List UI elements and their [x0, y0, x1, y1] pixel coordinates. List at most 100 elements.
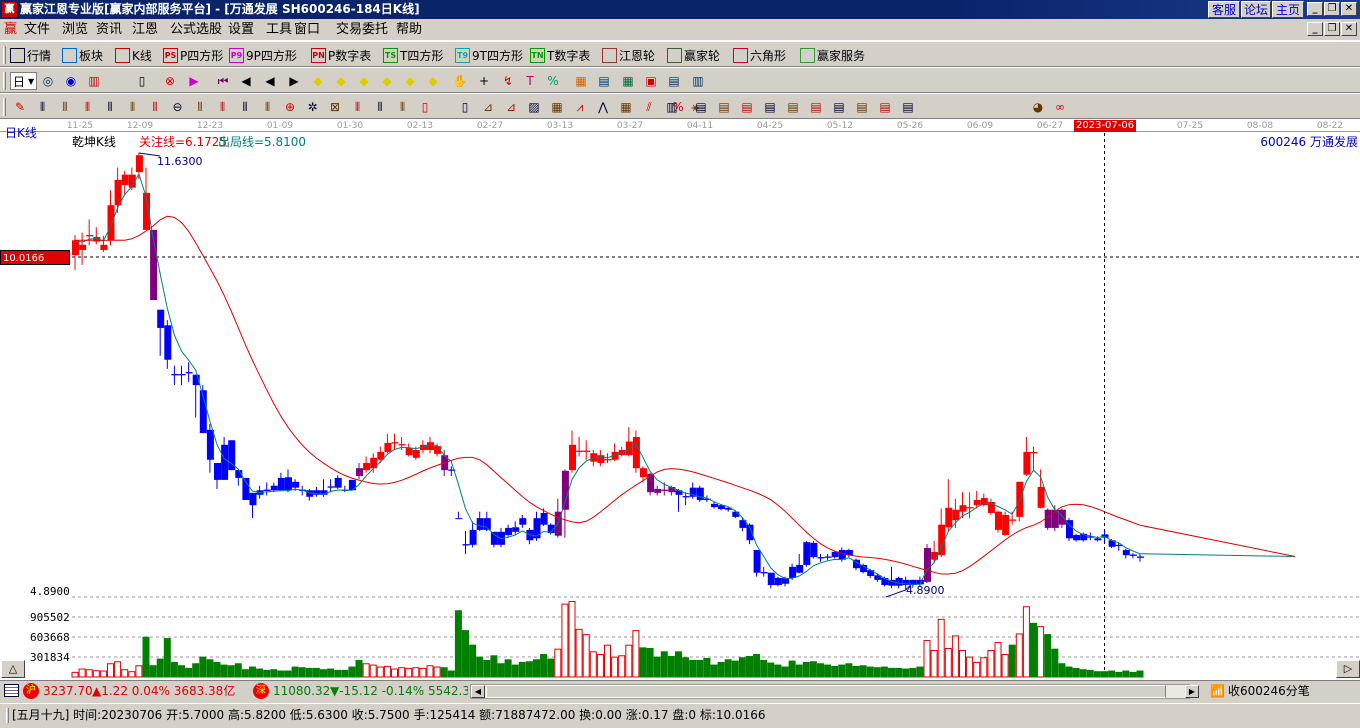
- expand-panel-button[interactable]: △: [1, 660, 25, 678]
- fib4-icon[interactable]: ⦀: [125, 99, 141, 115]
- toolbar-hexagon-button[interactable]: 六角形: [733, 46, 786, 64]
- fan2-icon[interactable]: ⊿: [503, 99, 519, 115]
- doc-restore-button[interactable]: ❐: [1324, 22, 1340, 36]
- yellow-diamond-2-icon[interactable]: ◆: [333, 73, 349, 89]
- volume-dropdown-icon[interactable]: ▯: [134, 73, 150, 89]
- wave-icon[interactable]: ⋀: [595, 99, 611, 115]
- angle-icon[interactable]: ⩘: [572, 99, 588, 115]
- level10-icon[interactable]: ▤: [900, 99, 916, 115]
- bars4-icon[interactable]: ⦀: [260, 99, 276, 115]
- compass-icon[interactable]: ⊕: [282, 99, 298, 115]
- yellow-diamond-3-icon[interactable]: ◆: [356, 73, 372, 89]
- level9-icon[interactable]: ▤: [877, 99, 893, 115]
- fib5-icon[interactable]: ⦀: [147, 99, 163, 115]
- level4-icon[interactable]: ▤: [762, 99, 778, 115]
- grid-icon[interactable]: ▦: [618, 99, 634, 115]
- level-icon[interactable]: ▤: [693, 99, 709, 115]
- line-draw-icon[interactable]: ↯: [500, 73, 516, 89]
- pencil-icon[interactable]: ✎: [12, 99, 28, 115]
- vline-icon[interactable]: ⦀: [35, 99, 51, 115]
- menu-5[interactable]: 设置: [228, 19, 254, 41]
- level7-icon[interactable]: ▤: [831, 99, 847, 115]
- save-icon[interactable]: ▣: [643, 73, 659, 89]
- menu-9[interactable]: 帮助: [396, 19, 422, 41]
- level6-icon[interactable]: ▤: [808, 99, 824, 115]
- menu-1[interactable]: 浏览: [62, 19, 88, 41]
- back-icon[interactable]: ◀: [262, 73, 278, 89]
- formula-icon[interactable]: %: [545, 73, 561, 89]
- circle-icon[interactable]: ⊖: [170, 99, 186, 115]
- right-panel-button[interactable]: ▷: [1336, 660, 1360, 678]
- level8-icon[interactable]: ▤: [854, 99, 870, 115]
- cycle3-icon[interactable]: ⫴: [395, 99, 411, 115]
- level2-icon[interactable]: ▤: [716, 99, 732, 115]
- square-icon[interactable]: ⊠: [327, 99, 343, 115]
- first-icon[interactable]: ⏮: [215, 73, 231, 89]
- homepage-link[interactable]: 主页: [1272, 1, 1304, 18]
- gann-grid-icon[interactable]: ▦: [549, 99, 565, 115]
- print-icon[interactable]: ▤: [666, 73, 682, 89]
- bars-icon[interactable]: ⦀: [192, 99, 208, 115]
- export-icon[interactable]: ▥: [690, 73, 706, 89]
- toolbar-tn-button[interactable]: TN T数字表: [530, 46, 590, 64]
- toolbar-winner-wheel-button[interactable]: 赢家轮: [667, 46, 720, 64]
- menu-3[interactable]: 江恩: [132, 19, 158, 41]
- customer-service-link[interactable]: 客服: [1208, 1, 1240, 18]
- level3-icon[interactable]: ▤: [739, 99, 755, 115]
- toolbar-grip[interactable]: [3, 98, 6, 116]
- gann-box-icon[interactable]: ▨: [526, 99, 542, 115]
- cycle-icon[interactable]: ⫴: [350, 99, 366, 115]
- toolbar-sector-blocks-button[interactable]: 板块: [62, 46, 103, 64]
- fan-icon[interactable]: ⊿: [480, 99, 496, 115]
- toolbar-p9-button[interactable]: P9 9P四方形: [229, 46, 297, 64]
- fib-icon[interactable]: ⦀: [57, 99, 73, 115]
- restore-button[interactable]: ❐: [1324, 2, 1340, 16]
- menu-2[interactable]: 资讯: [96, 19, 122, 41]
- doc-minimize-button[interactable]: _: [1307, 22, 1323, 36]
- menu-8[interactable]: 交易委托: [336, 19, 388, 41]
- toolbar-ts-button[interactable]: TS T四方形: [383, 46, 443, 64]
- level5-icon[interactable]: ▤: [785, 99, 801, 115]
- rect-tool2-icon[interactable]: ▯: [457, 99, 473, 115]
- bars3-icon[interactable]: ⦀: [237, 99, 253, 115]
- yellow-diamond-1-icon[interactable]: ◆: [310, 73, 326, 89]
- bars2-icon[interactable]: ⦀: [215, 99, 231, 115]
- doc-close-button[interactable]: ✕: [1341, 22, 1357, 36]
- forum-link[interactable]: 论坛: [1241, 1, 1271, 18]
- prev-icon[interactable]: ◀: [238, 73, 254, 89]
- menu-4[interactable]: 公式选股: [170, 19, 222, 41]
- fib2-icon[interactable]: ⦀: [80, 99, 96, 115]
- toolbar-quote-table-button[interactable]: 行情: [10, 46, 51, 64]
- pie-icon[interactable]: ◕: [1030, 99, 1046, 115]
- app-menu-icon[interactable]: 赢: [4, 22, 17, 38]
- hand-icon[interactable]: ✋: [452, 73, 468, 89]
- calendar-icon[interactable]: ▦: [573, 73, 589, 89]
- yellow-diamond-5-icon[interactable]: ◆: [402, 73, 418, 89]
- rect-tool-icon[interactable]: ▯: [417, 99, 433, 115]
- toolbar-kline-button[interactable]: K线: [115, 46, 152, 64]
- fib3-icon[interactable]: ⦀: [102, 99, 118, 115]
- infinity-icon[interactable]: ∞: [1052, 99, 1068, 115]
- next-icon[interactable]: ▶: [286, 73, 302, 89]
- toolbar-t9-button[interactable]: T9 9T四方形: [455, 46, 523, 64]
- menu-7[interactable]: 窗口: [294, 19, 320, 41]
- crosshair-icon[interactable]: +: [476, 73, 492, 89]
- calculator-icon[interactable]: ▤: [596, 73, 612, 89]
- menu-6[interactable]: 工具: [266, 19, 292, 41]
- scroll-left-button[interactable]: ◀: [471, 685, 485, 698]
- toolbar-gann-wheel-button[interactable]: 江恩轮: [602, 46, 655, 64]
- scrollbar-thumb[interactable]: [486, 685, 1166, 698]
- toolbar-grip[interactable]: [3, 72, 6, 90]
- cycle2-icon[interactable]: ⫴: [372, 99, 388, 115]
- shanghai-index[interactable]: 3237.70: [43, 681, 93, 701]
- percent-icon[interactable]: %: [670, 99, 686, 115]
- table-icon[interactable]: ▦: [620, 73, 636, 89]
- toolbar-grip[interactable]: [3, 46, 6, 64]
- parallel-icon[interactable]: ⫽: [641, 99, 657, 115]
- kline-bars-icon[interactable]: ▥: [86, 73, 102, 89]
- toolbar-pn-button[interactable]: PN P数字表: [311, 46, 371, 64]
- spiral-icon[interactable]: ◉: [63, 73, 79, 89]
- toolbar-dollar-button[interactable]: 赢家服务: [800, 46, 865, 64]
- shenzhen-index[interactable]: 11080.32: [273, 681, 330, 701]
- toolbar-ps-button[interactable]: PS P四方形: [163, 46, 223, 64]
